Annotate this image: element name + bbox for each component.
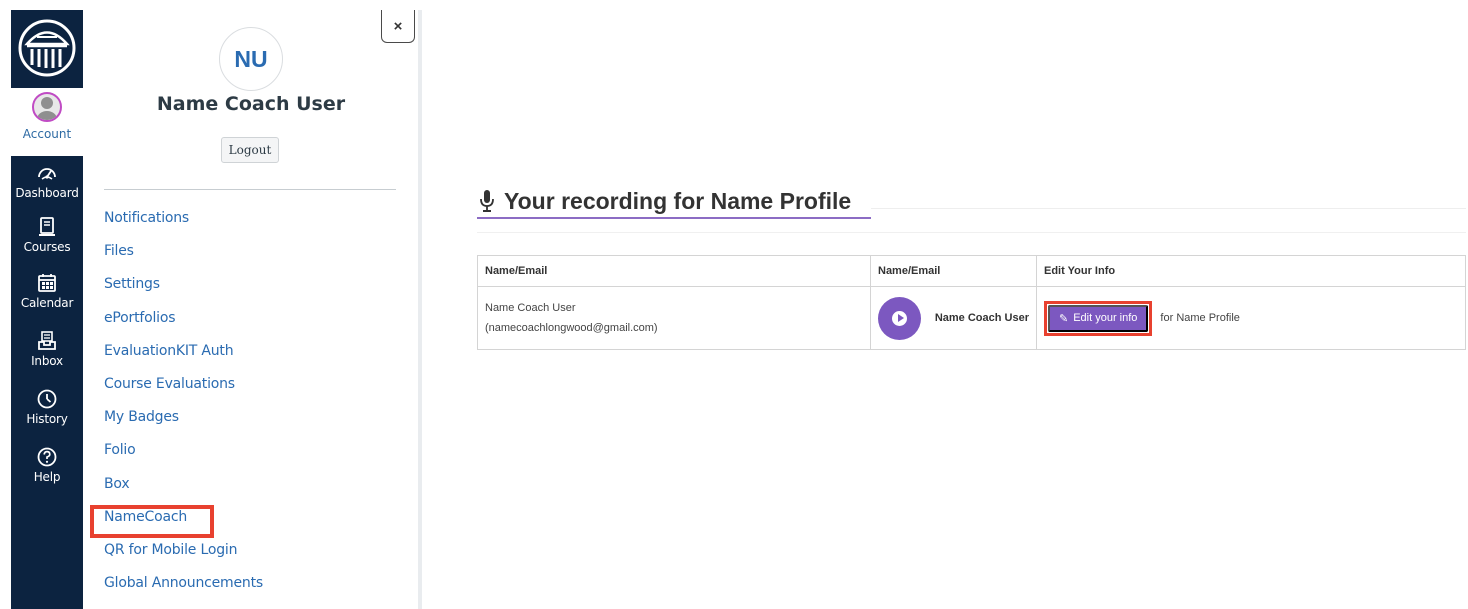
nav-inbox-label: Inbox: [31, 354, 63, 368]
table-row: Name Coach User (namecoachlongwood@gmail…: [477, 286, 1466, 350]
recorded-name-text: Name Coach User: [934, 312, 1029, 324]
tray-user-name: Name Coach User: [156, 93, 346, 115]
nav-courses-label: Courses: [23, 240, 71, 254]
history-icon: [37, 389, 57, 409]
tray-link-global-announcements[interactable]: Global Announcements: [104, 575, 404, 608]
header-name-email-2: Name/Email: [870, 255, 1037, 287]
tray-link-qr-mobile-login[interactable]: QR for Mobile Login: [104, 542, 404, 575]
user-email-text: (namecoachlongwood@gmail.com): [485, 322, 658, 334]
cell-name-email: Name Coach User (namecoachlongwood@gmail…: [477, 286, 871, 350]
tray-link-course-evaluations[interactable]: Course Evaluations: [104, 376, 404, 409]
page-title: Your recording for Name Profile: [504, 187, 852, 214]
nav-item-courses[interactable]: Courses: [11, 216, 83, 272]
nav-account-label: Account: [22, 127, 72, 141]
nav-item-help[interactable]: Help: [11, 446, 83, 502]
calendar-icon: [38, 274, 56, 292]
user-silhouette-icon: [37, 97, 57, 120]
namecoach-highlight-box: [90, 505, 214, 538]
heading-underline: [477, 217, 871, 219]
tray-link-notifications[interactable]: Notifications: [104, 210, 404, 243]
help-icon: [37, 447, 57, 467]
tray-links: Notifications Files Settings ePortfolios…: [104, 210, 404, 608]
name-profile-table: Name/Email Name/Email Edit Your Info Nam…: [477, 255, 1466, 350]
tray-edge: [418, 10, 422, 609]
header-edit-info: Edit Your Info: [1036, 255, 1466, 287]
nav-item-dashboard[interactable]: Dashboard: [11, 162, 83, 218]
user-name-text: Name Coach User: [485, 302, 576, 314]
cell-recording: Name Coach User: [870, 286, 1037, 350]
account-avatar: [32, 92, 62, 122]
play-recording-button[interactable]: [878, 296, 921, 340]
edit-info-highlight-box: ✎ Edit your info: [1044, 300, 1153, 336]
tray-link-settings[interactable]: Settings: [104, 276, 404, 309]
tray-link-evaluationkit-auth[interactable]: EvaluationKIT Auth: [104, 343, 404, 376]
close-tray-button[interactable]: ×: [381, 10, 415, 43]
pencil-icon: ✎: [1059, 312, 1069, 325]
nav-calendar-label: Calendar: [20, 296, 74, 310]
header-name-email: Name/Email: [477, 255, 871, 287]
tray-link-my-badges[interactable]: My Badges: [104, 409, 404, 442]
nav-item-history[interactable]: History: [11, 388, 83, 444]
heading-rule-lower: [477, 232, 1466, 233]
recording-heading: Your recording for Name Profile: [478, 182, 851, 220]
nav-item-calendar[interactable]: Calendar: [11, 272, 83, 328]
cell-edit-info: ✎ Edit your info for Name Profile: [1036, 286, 1466, 350]
nav-item-inbox[interactable]: Inbox: [11, 330, 83, 386]
tray-link-box[interactable]: Box: [104, 476, 404, 509]
tray-avatar: NU: [219, 27, 283, 91]
institution-logo[interactable]: [11, 10, 83, 86]
inbox-icon: [38, 331, 56, 350]
edit-your-info-label: Edit your info: [1073, 312, 1138, 324]
tray-divider: [104, 189, 396, 190]
nav-item-account[interactable]: Account: [11, 88, 83, 156]
nav-history-label: History: [26, 412, 68, 426]
avatar-initials: NU: [234, 45, 268, 72]
global-nav: Account Dashboard Courses Calendar Inbox…: [11, 10, 83, 609]
app-root: Account Dashboard Courses Calendar Inbox…: [0, 0, 1468, 609]
heading-rule: [871, 208, 1466, 209]
close-icon: ×: [393, 17, 403, 35]
recording-player: Name Coach User: [878, 296, 1029, 340]
account-tray: × NU Name Coach User Logout Notification…: [83, 10, 419, 609]
nav-help-label: Help: [33, 470, 61, 484]
courses-icon: [39, 217, 55, 236]
logout-button[interactable]: Logout: [221, 137, 279, 163]
dashboard-icon: [38, 168, 56, 180]
rotunda-logo-icon: [18, 19, 76, 77]
microphone-icon: [480, 190, 494, 212]
edit-suffix-text: for Name Profile: [1160, 312, 1240, 324]
edit-your-info-button[interactable]: ✎ Edit your info: [1048, 304, 1149, 332]
tray-link-folio[interactable]: Folio: [104, 442, 404, 475]
tray-link-files[interactable]: Files: [104, 243, 404, 276]
nav-dashboard-label: Dashboard: [15, 186, 79, 200]
tray-link-eportfolios[interactable]: ePortfolios: [104, 310, 404, 343]
play-icon: [892, 310, 907, 326]
table-header-row: Name/Email Name/Email Edit Your Info: [477, 255, 1466, 287]
